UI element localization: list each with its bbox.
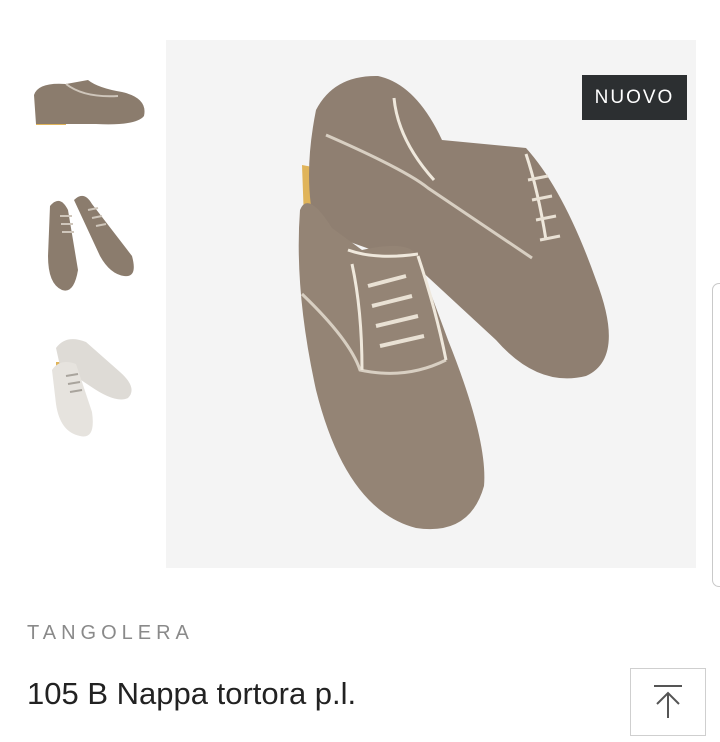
thumbnail-white-version[interactable] [26,322,152,448]
new-badge: NUOVO [582,75,687,120]
side-scroll-indicator[interactable] [712,283,720,587]
shoe-pair-top-view-icon [48,195,134,291]
product-title: 105 B Nappa tortora p.l. [27,676,357,711]
product-brand[interactable]: TANGOLERA [27,622,194,645]
thumbnail-top-view[interactable] [26,176,152,302]
back-to-top-button[interactable] [630,668,706,736]
thumbnail-side-view[interactable] [26,40,152,166]
arrow-up-to-top-icon [654,685,682,718]
shoe-pair-white-icon [52,339,132,437]
shoe-side-view-icon [34,80,145,125]
